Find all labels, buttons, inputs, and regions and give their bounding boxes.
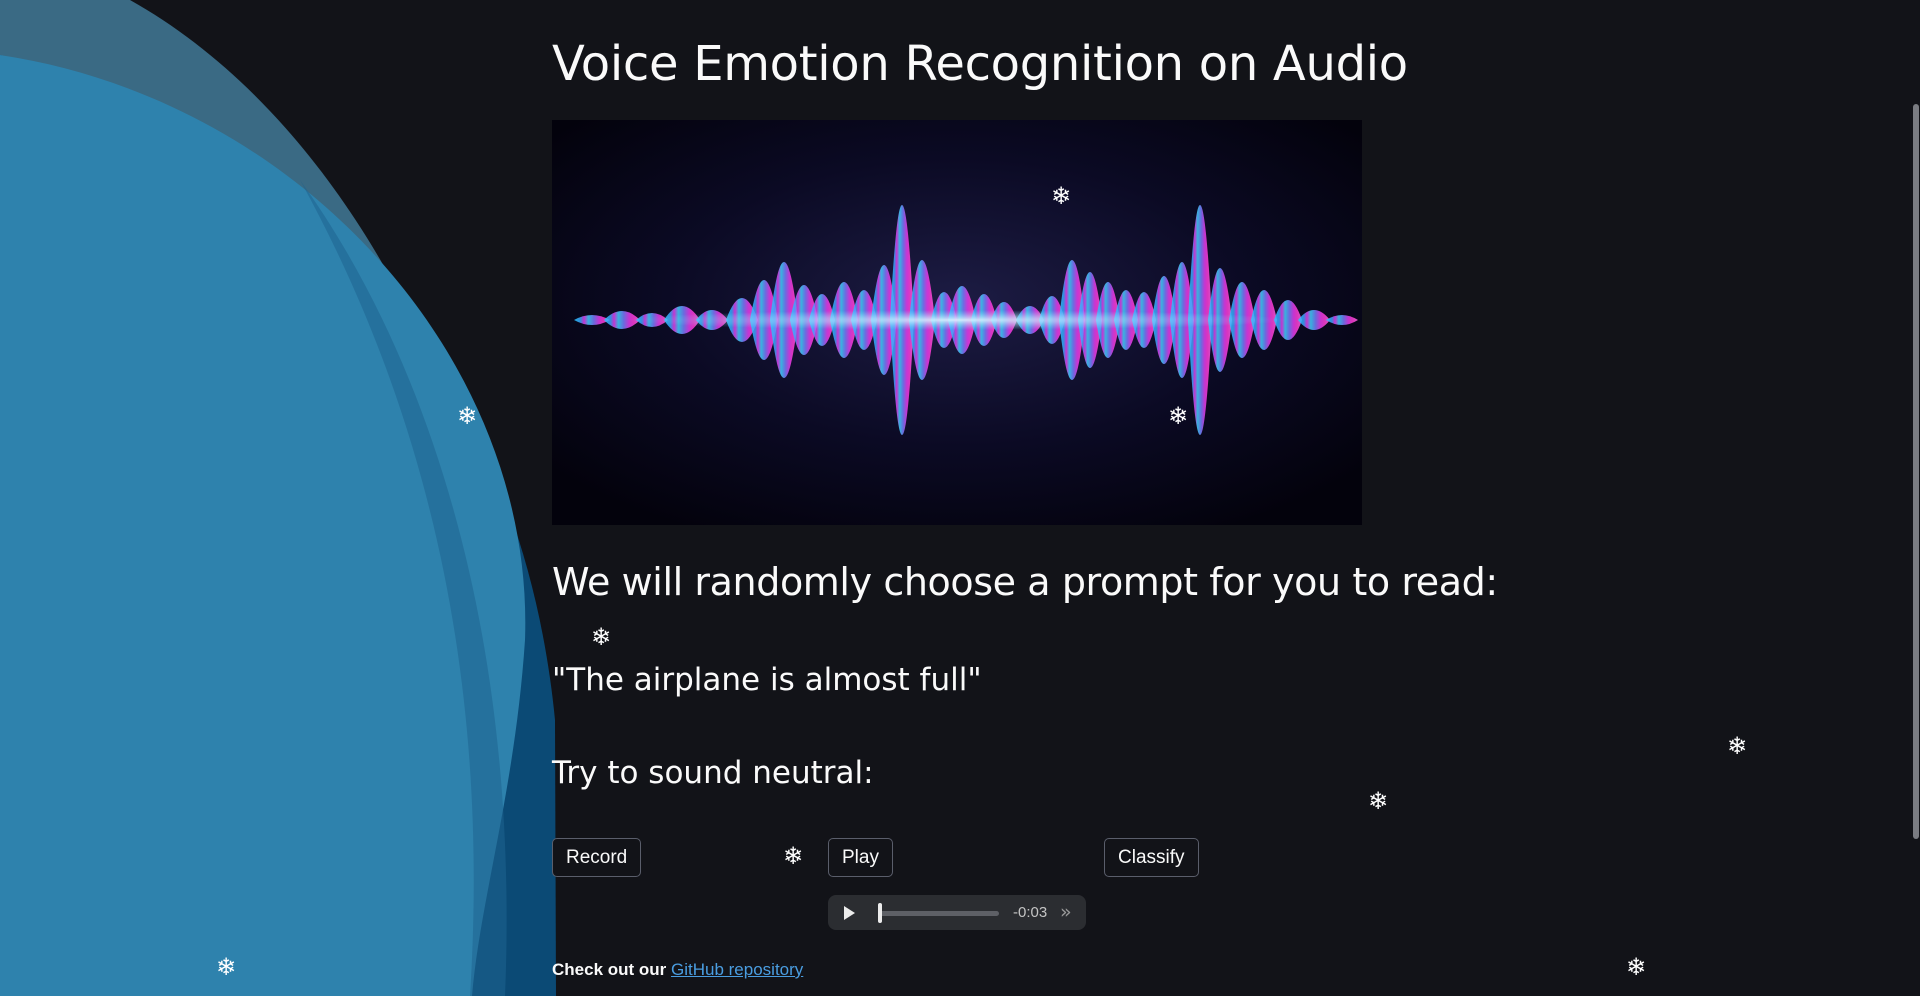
classify-button[interactable]: Classify (1104, 838, 1199, 877)
play-button[interactable]: Play (828, 838, 893, 877)
audio-scrubber[interactable] (878, 911, 999, 916)
prompt-heading: We will randomly choose a prompt for you… (552, 560, 1498, 604)
background-decoration (0, 0, 556, 996)
snowflake-icon: ❄ (1168, 402, 1189, 430)
audio-remaining-time: -0:03 (1013, 904, 1048, 921)
footer-note: Check out our GitHub repository (552, 960, 803, 980)
record-button[interactable]: Record (552, 838, 642, 877)
scrollbar-thumb[interactable] (1913, 104, 1919, 839)
snowflake-icon: ❄ (783, 842, 804, 870)
audio-scrubber-handle[interactable] (878, 903, 882, 923)
footer-prefix: Check out our (552, 960, 672, 979)
fast-forward-icon[interactable]: » (1060, 903, 1072, 922)
snowflake-icon: ❄ (591, 623, 612, 651)
page-title: Voice Emotion Recognition on Audio (552, 36, 1408, 92)
prompt-text: "The airplane is almost full" (552, 662, 982, 698)
voice-waveform-image (552, 120, 1362, 525)
scrollbar[interactable] (1910, 0, 1920, 996)
snowflake-icon: ❄ (457, 402, 478, 430)
audio-player: -0:03 » (828, 895, 1086, 930)
play-icon[interactable] (844, 906, 855, 920)
snowflake-icon: ❄ (1368, 787, 1389, 815)
snowflake-icon: ❄ (216, 953, 237, 981)
github-repository-link[interactable]: GitHub repository (671, 960, 803, 979)
snowflake-icon: ❄ (1626, 953, 1647, 981)
emotion-instruction: Try to sound neutral: (552, 755, 874, 791)
snowflake-icon: ❄ (1051, 182, 1072, 210)
snowflake-icon: ❄ (1727, 732, 1748, 760)
